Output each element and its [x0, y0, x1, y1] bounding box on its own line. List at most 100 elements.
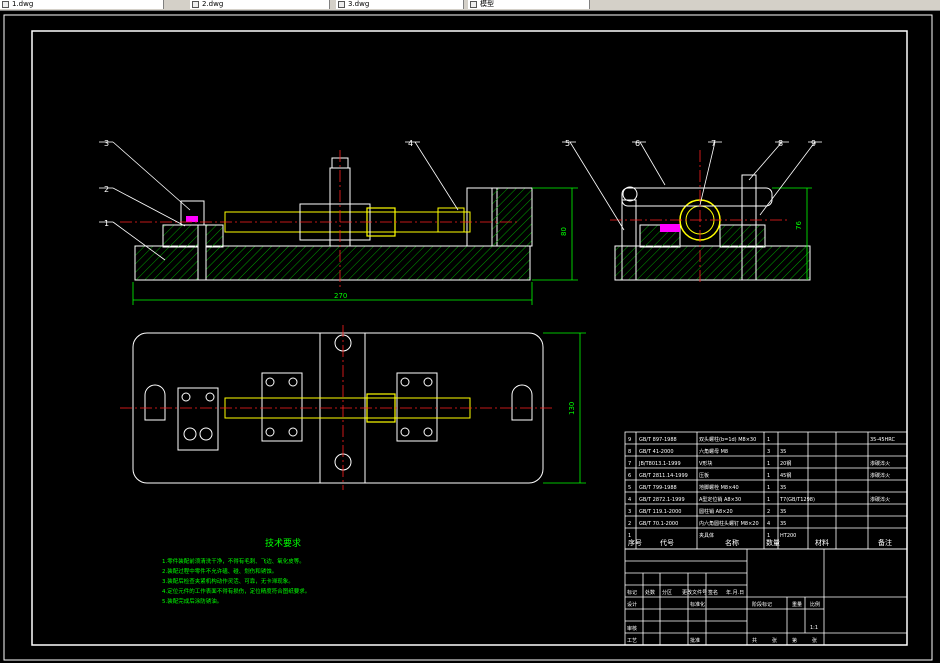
svg-text:签名: 签名	[708, 589, 718, 596]
svg-text:1: 1	[767, 497, 770, 503]
svg-text:HT200: HT200	[780, 533, 796, 539]
tech-line-5: 5.装配完成后涂防锈油。	[162, 597, 222, 605]
svg-text:地脚螺栓 M8×40: 地脚螺栓 M8×40	[699, 484, 739, 491]
bom-row: 2 GB/T 70.1-2000 内六角圆柱头螺钉 M8×20 4 35	[628, 520, 786, 527]
svg-text:GB/T 799-1988: GB/T 799-1988	[639, 485, 677, 491]
bom-row: 1 夹具体 1 HT200	[628, 532, 796, 539]
svg-text:数量: 数量	[766, 538, 780, 547]
svg-text:分区: 分区	[662, 589, 672, 596]
drawing-canvas[interactable]: 270 80 76 1 2 3 4 5 6 7 8 9 130 技术要求 1.零…	[0, 11, 940, 663]
svg-text:批准: 批准	[690, 637, 700, 644]
drawing-tab-2[interactable]: 2.dwg	[190, 0, 330, 9]
tech-line-2: 2.装配过程中零件不允许磕、碰、划伤和锈蚀。	[162, 567, 277, 575]
svg-text:45钢: 45钢	[780, 472, 791, 479]
svg-text:第: 第	[792, 637, 797, 644]
balloon-5: 5	[565, 139, 570, 148]
svg-text:1: 1	[767, 485, 770, 491]
drawing-file-icon	[338, 1, 345, 8]
svg-text:设计: 设计	[627, 601, 637, 608]
left-block-section	[162, 224, 224, 248]
model-tab[interactable]: 模型	[468, 0, 590, 9]
svg-text:9: 9	[628, 437, 631, 443]
svg-text:阶段标记: 阶段标记	[752, 601, 772, 608]
document-tab-bar: 1.dwg 2.dwg 3.dwg 模型	[0, 0, 940, 11]
svg-text:张: 张	[812, 637, 817, 644]
screw-section	[197, 224, 207, 281]
svg-text:V形块: V形块	[699, 460, 712, 467]
top-v-block-right	[396, 372, 438, 442]
bom-header: 序号 代号 名称 数量 材料 备注	[628, 538, 892, 547]
dim-height-side: 76	[795, 221, 803, 230]
bom-row: 9 GB/T 897-1988 双头螺柱(b=1d) M8×30 1 35-45HRC	[628, 436, 896, 443]
svg-text:重量: 重量	[792, 601, 802, 608]
tab-label: 模型	[480, 0, 494, 8]
svg-text:4: 4	[767, 521, 770, 527]
title-block	[624, 548, 908, 646]
svg-text:GB/T 70.1-2000: GB/T 70.1-2000	[639, 521, 678, 527]
svg-text:JB/T8013.1-1999: JB/T8013.1-1999	[638, 461, 681, 467]
balloon-6: 6	[635, 139, 640, 148]
top-v-block-left	[261, 372, 303, 442]
svg-text:3: 3	[767, 449, 770, 455]
outer-frame	[3, 14, 933, 661]
svg-text:GB/T 897-1988: GB/T 897-1988	[639, 437, 677, 443]
svg-text:内六角圆柱头螺钉 M8×20: 内六角圆柱头螺钉 M8×20	[699, 520, 759, 527]
svg-text:处数: 处数	[645, 589, 655, 596]
svg-text:张: 张	[772, 637, 777, 644]
dim-width-top: 130	[568, 402, 576, 415]
svg-text:35: 35	[780, 485, 786, 491]
front-view	[120, 150, 533, 290]
bom-row: 8 GB/T 41-2000 六角螺母 M8 3 35	[628, 448, 786, 455]
side-pin	[660, 224, 680, 232]
svg-text:标准化: 标准化	[690, 601, 705, 608]
svg-text:2: 2	[767, 509, 770, 515]
svg-text:双头螺柱(b=1d) M8×30: 双头螺柱(b=1d) M8×30	[699, 436, 756, 443]
svg-text:35: 35	[780, 449, 786, 455]
svg-text:A型定位销 A8×30: A型定位销 A8×30	[699, 496, 741, 503]
svg-text:材料: 材料	[815, 538, 829, 547]
svg-text:名称: 名称	[725, 538, 739, 547]
tech-line-1: 1.零件装配前须清洗干净，不得有毛刺、飞边、氧化皮等。	[162, 557, 305, 565]
svg-text:渗碳淬火: 渗碳淬火	[870, 472, 890, 479]
svg-text:六角螺母 M8: 六角螺母 M8	[699, 448, 728, 455]
balloon-2: 2	[104, 185, 109, 194]
svg-text:渗碳淬火: 渗碳淬火	[870, 460, 890, 467]
svg-text:圆柱销 A8×20: 圆柱销 A8×20	[699, 508, 733, 515]
hinge-pin	[622, 186, 638, 202]
drawing-file-icon	[192, 1, 199, 8]
dim-height-front: 80	[560, 227, 568, 236]
drawing-tab-1[interactable]: 1.dwg	[0, 0, 164, 9]
side-base-section	[614, 245, 811, 281]
svg-text:6: 6	[628, 473, 631, 479]
svg-text:T7(GB/T1298): T7(GB/T1298)	[779, 497, 815, 503]
bom-row: 5 GB/T 799-1988 地脚螺栓 M8×40 1 35	[628, 484, 786, 491]
svg-text:GB/T 2872.1-1999: GB/T 2872.1-1999	[639, 497, 685, 503]
left-slot	[144, 384, 166, 421]
svg-text:4: 4	[628, 497, 631, 503]
balloon-8: 8	[778, 139, 783, 148]
svg-text:35: 35	[780, 509, 786, 515]
bom-row: 3 GB/T 119.1-2000 圆柱销 A8×20 2 35	[628, 508, 786, 515]
dim-overall-length: 270	[334, 292, 347, 300]
svg-text:1: 1	[767, 473, 770, 479]
svg-text:备注: 备注	[878, 538, 892, 547]
svg-text:GB/T 41-2000: GB/T 41-2000	[639, 449, 674, 455]
svg-text:工艺: 工艺	[627, 638, 637, 644]
bom-rows: 9 GB/T 897-1988 双头螺柱(b=1d) M8×30 1 35-45HRC …	[628, 436, 896, 539]
fixture-base-section	[134, 245, 531, 281]
bom-row: 7 JB/T8013.1-1999 V形块 1 20钢 渗碳淬火	[628, 460, 890, 467]
bom-row: 6 GB/T 2811.14-1999 压板 1 45钢 渗碳淬火	[628, 472, 890, 479]
balloon-7: 7	[711, 139, 716, 148]
drawing-tab-3[interactable]: 3.dwg	[336, 0, 464, 9]
tab-label: 3.dwg	[348, 0, 370, 8]
balloon-1: 1	[104, 219, 109, 228]
svg-text:代号: 代号	[660, 538, 674, 547]
part-balloons: 1 2 3 4 5 6 7 8 9	[104, 139, 816, 228]
right-support-section	[491, 187, 533, 247]
tech-requirements: 技术要求 1.零件装配前须清洗干净，不得有毛刺、飞边、氧化皮等。 2.装配过程中…	[162, 537, 310, 605]
right-slot	[511, 384, 533, 421]
tech-title: 技术要求	[265, 537, 301, 549]
svg-text:更改文件号: 更改文件号	[682, 589, 707, 596]
pressure-plate	[621, 187, 773, 207]
svg-text:GB/T 2811.14-1999: GB/T 2811.14-1999	[639, 473, 688, 479]
